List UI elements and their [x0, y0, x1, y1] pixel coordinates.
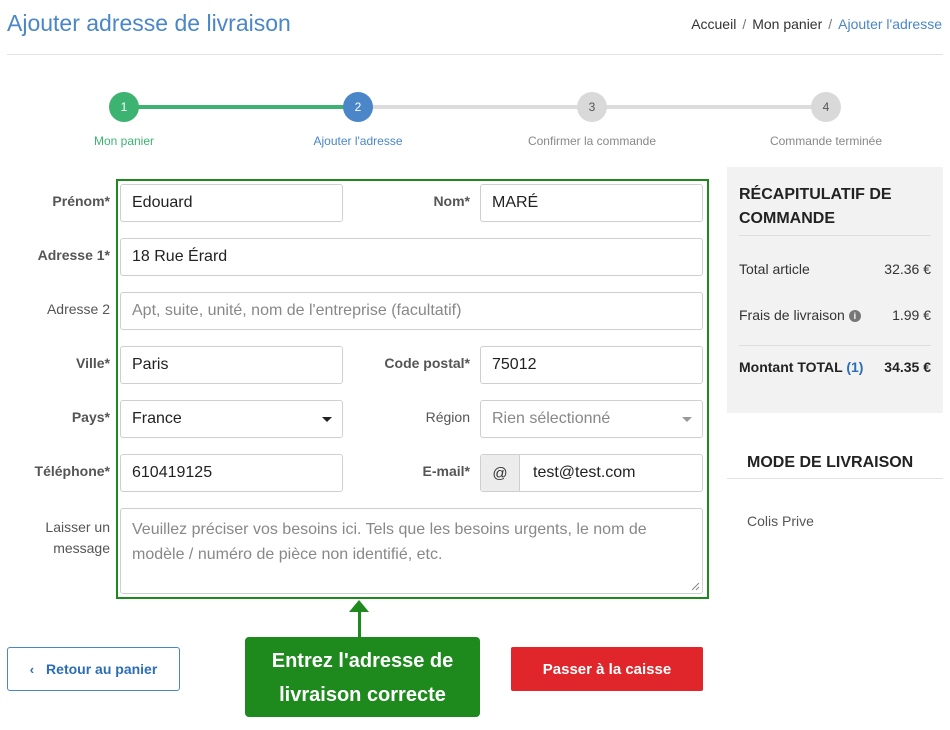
summary-title-line1: RÉCAPITULATIF DE	[739, 186, 892, 203]
resize-handle-icon[interactable]	[691, 582, 700, 591]
pays-label: Pays*	[71, 409, 110, 425]
stepper-track-done	[124, 105, 358, 109]
summary-title: RÉCAPITULATIF DE COMMANDE	[739, 183, 929, 231]
adresse1-label: Adresse 1*	[37, 247, 110, 263]
breadcrumb-home[interactable]: Accueil	[691, 16, 736, 32]
chevron-down-icon	[322, 417, 332, 422]
back-to-cart-button[interactable]: ‹ Retour au panier	[7, 647, 180, 691]
summary-divider	[739, 235, 931, 236]
region-select[interactable]: Rien sélectionné	[480, 400, 703, 438]
step-4-label: Commande terminée	[769, 134, 883, 148]
shipping-option[interactable]: Colis Prive	[747, 513, 814, 529]
nom-input[interactable]: MARÉ	[480, 184, 703, 222]
summary-divider	[739, 345, 931, 346]
total-article-value: 32.36 €	[884, 261, 931, 277]
message-textarea[interactable]: Veuillez préciser vos besoins ici. Tels …	[120, 508, 703, 594]
total-row: Montant TOTAL (1) 34.35 €	[739, 359, 931, 375]
shipping-fee-row: Frais de livraison i 1.99 €	[739, 307, 931, 323]
prenom-label: Prénom*	[52, 193, 110, 209]
info-icon[interactable]: i	[848, 310, 861, 323]
message-placeholder-line1: Veuillez préciser vos besoins ici. Tels …	[132, 521, 647, 538]
order-summary-panel: RÉCAPITULATIF DE COMMANDE Total article …	[727, 167, 943, 413]
breadcrumb: Accueil / Mon panier / Ajouter l'adresse	[691, 16, 942, 32]
adresse2-input[interactable]: Apt, suite, unité, nom de l'entreprise (…	[120, 292, 703, 330]
pays-select[interactable]: France	[120, 400, 343, 438]
callout-connector	[358, 609, 361, 637]
summary-title-line2: COMMANDE	[739, 210, 835, 227]
code-postal-label: Code postal*	[384, 355, 470, 371]
total-value: 34.35 €	[884, 359, 931, 375]
step-2-circle: 2	[343, 92, 373, 122]
item-count: (1)	[846, 359, 864, 375]
breadcrumb-current: Ajouter l'adresse	[838, 16, 942, 32]
email-field[interactable]: @ test@test.com	[480, 454, 703, 492]
total-label-text: Montant TOTAL	[739, 359, 843, 375]
breadcrumb-cart[interactable]: Mon panier	[752, 16, 822, 32]
callout-line1: Entrez l'adresse de	[271, 650, 454, 672]
step-3-label: Confirmer la commande	[527, 134, 657, 148]
step-2-label: Ajouter l'adresse	[313, 134, 403, 148]
breadcrumb-separator: /	[828, 16, 833, 32]
step-1-circle: 1	[109, 92, 139, 122]
page-title: Ajouter adresse de livraison	[7, 10, 291, 36]
total-article-row: Total article 32.36 €	[739, 261, 931, 277]
region-label: Région	[425, 409, 470, 425]
step-1-label: Mon panier	[93, 134, 155, 148]
email-label: E-mail*	[422, 463, 470, 479]
chevron-left-icon: ‹	[29, 661, 35, 677]
ville-label: Ville*	[76, 355, 110, 371]
adresse2-label: Adresse 2	[46, 301, 110, 317]
region-placeholder: Rien sélectionné	[492, 410, 611, 427]
nom-label: Nom*	[433, 193, 470, 209]
callout-line2: livraison correcte	[279, 684, 446, 706]
shipping-mode-title: MODE DE LIVRAISON	[747, 454, 914, 471]
adresse1-input[interactable]: 18 Rue Érard	[120, 238, 703, 276]
back-to-cart-label: Retour au panier	[46, 661, 158, 677]
shipping-fee-value: 1.99 €	[892, 307, 931, 323]
message-placeholder-line2: modèle / numéro de pièce non identifié, …	[132, 546, 443, 563]
telephone-input[interactable]: 610419125	[120, 454, 343, 492]
email-value: test@test.com	[533, 464, 636, 481]
pays-value: France	[132, 410, 182, 427]
step-4-circle: 4	[811, 92, 841, 122]
telephone-label: Téléphone*	[34, 463, 110, 479]
shipping-mode-divider	[727, 478, 943, 479]
message-label-line2: message	[53, 540, 110, 556]
total-article-label: Total article	[739, 261, 810, 277]
chevron-down-icon	[682, 417, 692, 422]
message-label-line1: Laisser un	[45, 519, 110, 535]
checkout-button[interactable]: Passer à la caisse	[511, 647, 703, 691]
total-label: Montant TOTAL (1)	[739, 359, 863, 375]
message-label: Laisser un message	[10, 517, 110, 559]
code-postal-input[interactable]: 75012	[480, 346, 703, 384]
annotation-callout: Entrez l'adresse de livraison correcte	[245, 637, 480, 717]
prenom-input[interactable]: Edouard	[120, 184, 343, 222]
shipping-fee-text: Frais de livraison	[739, 307, 845, 323]
breadcrumb-separator: /	[742, 16, 747, 32]
at-sign-icon: @	[481, 455, 520, 491]
header-divider	[7, 54, 943, 55]
step-3-circle: 3	[577, 92, 607, 122]
ville-input[interactable]: Paris	[120, 346, 343, 384]
shipping-fee-label: Frais de livraison i	[739, 307, 861, 323]
